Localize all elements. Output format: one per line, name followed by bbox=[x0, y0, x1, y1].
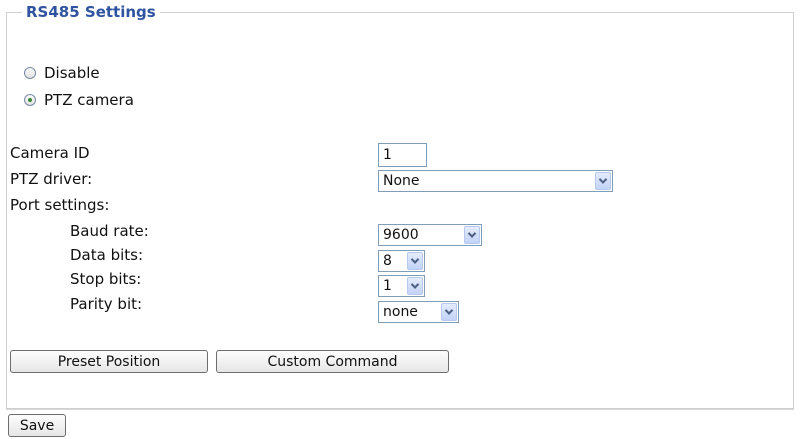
disable-label: Disable bbox=[44, 64, 100, 82]
mode-option-disable[interactable]: Disable bbox=[24, 62, 100, 84]
chevron-down-icon[interactable] bbox=[464, 226, 480, 244]
port-settings-label: Port settings: bbox=[10, 196, 110, 214]
mode-option-ptz-camera[interactable]: PTZ camera bbox=[24, 89, 134, 111]
stop-bits-select[interactable]: 1 bbox=[378, 275, 425, 297]
parity-bit-label: Parity bit: bbox=[70, 295, 143, 313]
custom-command-button[interactable]: Custom Command bbox=[216, 350, 449, 373]
baud-rate-value: 9600 bbox=[383, 227, 419, 243]
section-title: RS485 Settings bbox=[22, 3, 160, 21]
ptz-camera-radio[interactable] bbox=[24, 94, 36, 106]
stop-bits-label: Stop bits: bbox=[70, 270, 142, 288]
data-bits-label: Data bits: bbox=[70, 246, 144, 264]
chevron-down-icon[interactable] bbox=[407, 277, 423, 295]
chevron-down-icon[interactable] bbox=[441, 303, 457, 321]
save-button[interactable]: Save bbox=[8, 414, 66, 437]
ptz-driver-value: None bbox=[383, 173, 420, 189]
ptz-driver-select[interactable]: None bbox=[378, 170, 613, 192]
baud-rate-label: Baud rate: bbox=[70, 222, 149, 240]
data-bits-value: 8 bbox=[383, 253, 392, 269]
baud-rate-select[interactable]: 9600 bbox=[378, 224, 482, 246]
ptz-driver-label: PTZ driver: bbox=[10, 170, 93, 188]
parity-bit-value: none bbox=[383, 304, 418, 320]
rs485-settings-page: RS485 Settings Disable PTZ camera Camera… bbox=[0, 0, 802, 439]
parity-bit-select[interactable]: none bbox=[378, 301, 459, 323]
ptz-camera-label: PTZ camera bbox=[44, 91, 134, 109]
chevron-down-icon[interactable] bbox=[407, 252, 423, 270]
preset-position-button[interactable]: Preset Position bbox=[10, 350, 208, 373]
chevron-down-icon[interactable] bbox=[595, 172, 611, 190]
camera-id-label: Camera ID bbox=[10, 144, 90, 162]
stop-bits-value: 1 bbox=[383, 278, 392, 294]
camera-id-input[interactable] bbox=[378, 143, 427, 167]
divider bbox=[6, 409, 794, 410]
data-bits-select[interactable]: 8 bbox=[378, 250, 425, 272]
disable-radio[interactable] bbox=[24, 67, 36, 79]
